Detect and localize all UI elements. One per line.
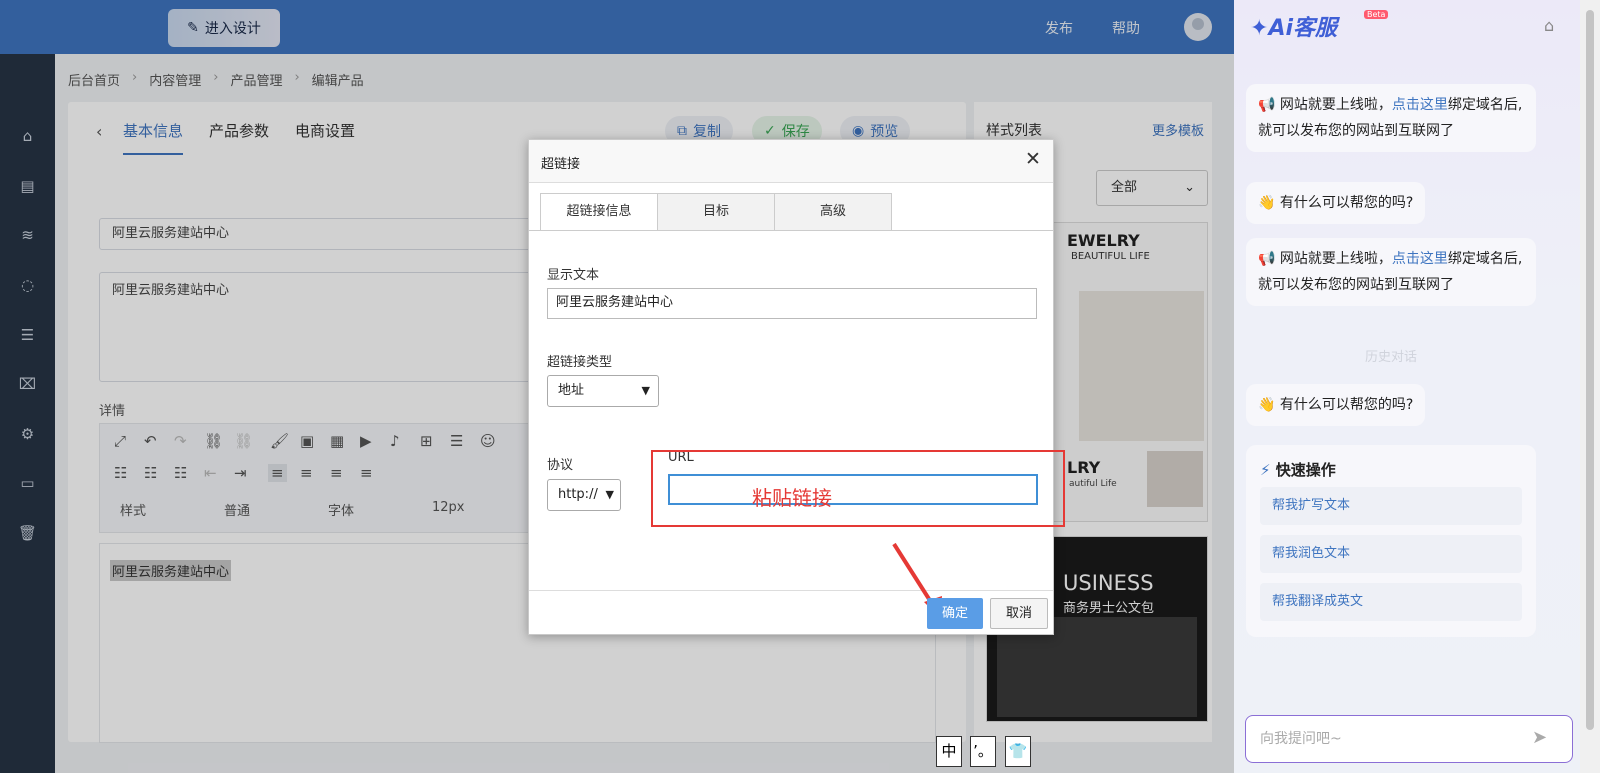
megaphone-icon: 📢 xyxy=(1258,97,1276,113)
chat-message: 👋 有什么可以帮您的吗? xyxy=(1246,384,1426,426)
paste-link-annotation: 粘贴链接 xyxy=(752,486,832,510)
ok-button[interactable]: 确定 xyxy=(927,598,983,629)
wave-icon: 👋 xyxy=(1258,195,1276,211)
close-icon[interactable]: ✕ xyxy=(1025,148,1041,170)
bind-domain-link[interactable]: 点击这里 xyxy=(1392,97,1448,113)
quick-polish-button[interactable]: 帮我润色文本 xyxy=(1260,535,1522,573)
brand-name: Ai客服 xyxy=(1268,16,1338,41)
display-text-label: 显示文本 xyxy=(547,268,600,283)
quick-actions: ⚡ 快速操作 帮我扩写文本 帮我润色文本 帮我翻译成英文 xyxy=(1246,445,1536,637)
chat-message: 📢 网站就要上线啦，点击这里绑定域名后,就可以发布您的网站到互联网了 xyxy=(1246,84,1536,152)
scrollbar-thumb[interactable] xyxy=(1586,10,1594,730)
chevron-down-icon: ▼ xyxy=(641,384,650,397)
wave-icon: 👋 xyxy=(1258,397,1276,413)
tab-divider xyxy=(529,230,1053,231)
send-icon[interactable]: ➤ xyxy=(1532,727,1547,748)
display-text-input[interactable]: 阿里云服务建站中心 xyxy=(547,288,1037,319)
cancel-button[interactable]: 取消 xyxy=(990,598,1048,629)
link-type-label: 超链接类型 xyxy=(547,355,613,370)
tab-advanced[interactable]: 高级 xyxy=(774,193,892,231)
dialog-footer-divider xyxy=(529,590,1053,591)
chat-input[interactable]: 向我提问吧~ xyxy=(1245,715,1573,763)
bind-domain-link[interactable]: 点击这里 xyxy=(1392,251,1448,267)
msg3-pre: 网站就要上线啦， xyxy=(1279,251,1392,267)
tab-link-info[interactable]: 超链接信息 xyxy=(540,193,658,231)
lightning-icon: ⚡ xyxy=(1260,461,1271,479)
sparkle-icon: ✦ xyxy=(1250,16,1269,41)
quick-title-text: 快速操作 xyxy=(1275,461,1336,479)
hyperlink-dialog: 超链接 ✕ 超链接信息 目标 高级 显示文本 阿里云服务建站中心 超链接类型 地… xyxy=(528,139,1054,635)
history-divider: 历史对话 xyxy=(1364,350,1417,365)
basket-icon[interactable]: ⌂ xyxy=(1544,16,1554,35)
megaphone-icon: 📢 xyxy=(1258,251,1276,267)
link-type-value: 地址 xyxy=(558,383,585,398)
quick-actions-title: ⚡ 快速操作 xyxy=(1260,459,1336,480)
quick-expand-button[interactable]: 帮我扩写文本 xyxy=(1260,487,1522,525)
annotation-box xyxy=(651,450,1065,527)
msg1-pre: 网站就要上线啦， xyxy=(1279,97,1392,113)
beta-badge: Beta xyxy=(1364,10,1389,19)
protocol-label: 协议 xyxy=(547,458,574,473)
ime-punctuation-toggle[interactable]: ’。 xyxy=(970,736,996,767)
chevron-down-icon: ▼ xyxy=(605,488,614,501)
tab-target[interactable]: 目标 xyxy=(657,193,775,231)
dialog-header: 超链接 ✕ xyxy=(529,140,1053,183)
chat-message: 📢 网站就要上线啦，点击这里绑定域名后,就可以发布您的网站到互联网了 xyxy=(1246,238,1536,306)
dialog-title: 超链接 xyxy=(541,157,581,172)
msg2: 有什么可以帮您的吗? xyxy=(1279,195,1414,211)
protocol-value: http:// xyxy=(558,487,598,502)
ime-skin-icon[interactable]: 👕 xyxy=(1005,736,1031,767)
quick-translate-button[interactable]: 帮我翻译成英文 xyxy=(1260,583,1522,621)
chat-message: 👋 有什么可以帮您的吗? xyxy=(1246,182,1426,224)
msg4: 有什么可以帮您的吗? xyxy=(1279,397,1414,413)
protocol-select[interactable]: http:// ▼ xyxy=(547,479,621,511)
ime-chinese-toggle[interactable]: 中 xyxy=(936,736,962,767)
link-type-select[interactable]: 地址 ▼ xyxy=(547,375,659,407)
ai-brand-logo: ✦Ai客服 xyxy=(1250,10,1337,42)
